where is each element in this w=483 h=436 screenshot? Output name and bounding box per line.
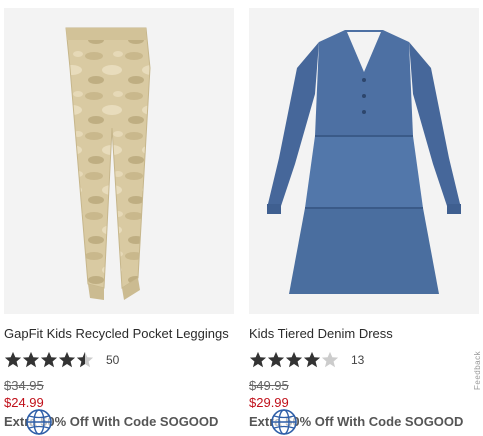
feedback-tab[interactable]: Feedback bbox=[473, 340, 483, 400]
product-image-denim-dress[interactable] bbox=[249, 8, 479, 314]
product-rating: 13 bbox=[249, 351, 479, 369]
star-full-icon bbox=[4, 351, 22, 368]
star-half-icon bbox=[76, 351, 94, 368]
product-image-leggings[interactable] bbox=[4, 8, 234, 314]
product-rating: 50 bbox=[4, 351, 234, 369]
star-full-icon bbox=[22, 351, 40, 368]
promo-text: Extra 50% Off With Code SOGOOD bbox=[4, 409, 234, 435]
globe-icon[interactable] bbox=[25, 408, 53, 436]
rating-stars bbox=[4, 351, 94, 369]
star-full-icon bbox=[40, 351, 58, 368]
product-title[interactable]: GapFit Kids Recycled Pocket Leggings bbox=[4, 326, 234, 342]
star-full-icon bbox=[267, 351, 285, 368]
leggings-camo-image bbox=[65, 27, 151, 300]
star-empty-icon bbox=[321, 351, 339, 368]
product-title[interactable]: Kids Tiered Denim Dress bbox=[249, 326, 479, 342]
star-full-icon bbox=[303, 351, 321, 368]
original-price: $49.95 bbox=[249, 378, 289, 393]
product-card-leggings[interactable]: GapFit Kids Recycled Pocket Leggings 50 … bbox=[4, 8, 234, 435]
rating-stars bbox=[249, 351, 339, 369]
review-count[interactable]: 50 bbox=[106, 353, 119, 367]
globe-icon[interactable] bbox=[270, 408, 298, 436]
review-count[interactable]: 13 bbox=[351, 353, 364, 367]
product-card-denim-dress[interactable]: Kids Tiered Denim Dress 13 $49.95 $29.99… bbox=[249, 8, 479, 435]
star-full-icon bbox=[249, 351, 267, 368]
promo-text: Extra 50% Off With Code SOGOOD bbox=[249, 409, 479, 435]
star-full-icon bbox=[285, 351, 303, 368]
denim-dress-image bbox=[267, 30, 461, 294]
star-full-icon bbox=[58, 351, 76, 368]
original-price: $34.95 bbox=[4, 378, 44, 393]
